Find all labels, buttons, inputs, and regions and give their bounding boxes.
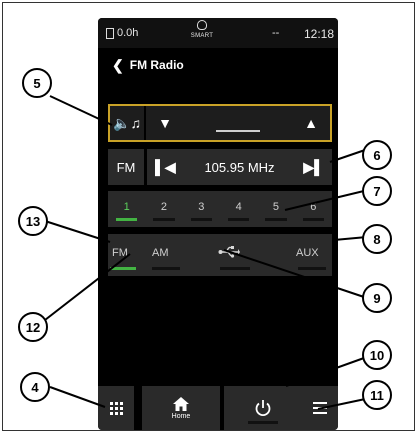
leader-6	[329, 149, 366, 163]
leader-13	[44, 220, 111, 243]
callout-10: 10	[362, 340, 392, 370]
leader-7	[284, 189, 369, 211]
callout-9: 9	[362, 283, 392, 313]
callout-6: 6	[362, 140, 392, 170]
callout-7: 7	[362, 176, 392, 206]
leader-10	[285, 357, 365, 387]
leader-12	[44, 253, 131, 321]
callout-11: 11	[362, 380, 392, 410]
callout-5: 5	[22, 68, 52, 98]
callout-4: 4	[20, 372, 50, 402]
callout-12: 12	[18, 312, 48, 342]
callout-leader-lines	[44, 95, 371, 410]
callout-13: 13	[18, 206, 48, 236]
leader-4	[49, 386, 106, 408]
callout-8: 8	[362, 224, 392, 254]
leader-9	[223, 249, 365, 298]
leader-5	[49, 95, 113, 126]
